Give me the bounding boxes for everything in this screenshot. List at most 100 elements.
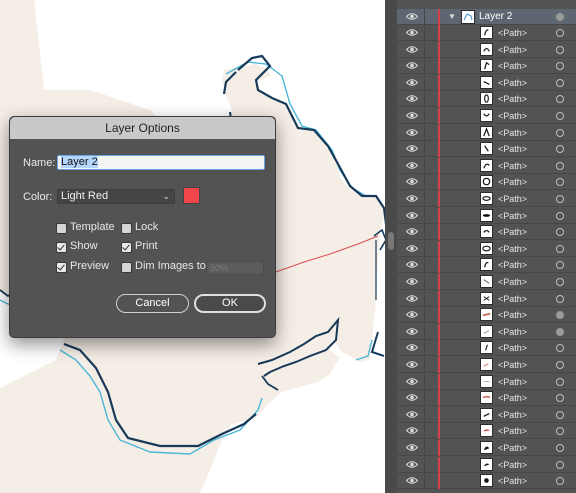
- target-icon[interactable]: [556, 477, 564, 486]
- path-name[interactable]: <Path>: [498, 175, 527, 189]
- path-name[interactable]: <Path>: [498, 242, 527, 256]
- layer-row[interactable]: <Path>: [397, 240, 576, 257]
- layer-row[interactable]: <Path>: [397, 41, 576, 58]
- eye-icon[interactable]: [406, 393, 418, 402]
- eye-icon[interactable]: [406, 111, 418, 120]
- target-icon[interactable]: [556, 161, 564, 170]
- path-name[interactable]: <Path>: [498, 258, 527, 272]
- color-dropdown[interactable]: Light Red ⌄: [57, 189, 175, 204]
- target-icon[interactable]: [556, 112, 564, 120]
- target-icon[interactable]: [556, 460, 564, 469]
- path-name[interactable]: <Path>: [498, 142, 527, 156]
- layer-row[interactable]: <Path>: [397, 91, 576, 108]
- target-icon[interactable]: [556, 62, 564, 71]
- print-checkbox[interactable]: [121, 242, 132, 253]
- eye-icon[interactable]: [406, 343, 418, 352]
- color-swatch[interactable]: [183, 187, 200, 204]
- layer-row[interactable]: <Path>: [397, 74, 576, 91]
- path-name[interactable]: <Path>: [498, 225, 527, 239]
- eye-icon[interactable]: [406, 410, 418, 419]
- path-name[interactable]: <Path>: [498, 375, 527, 389]
- layer-row[interactable]: <Path>: [397, 357, 576, 373]
- target-icon[interactable]: [556, 344, 564, 353]
- path-name[interactable]: <Path>: [498, 441, 527, 455]
- layer-row[interactable]: <Path>: [397, 390, 576, 407]
- eye-icon[interactable]: [406, 161, 418, 170]
- eye-icon[interactable]: [406, 294, 418, 303]
- layer-row[interactable]: <Path>: [397, 58, 576, 75]
- eye-icon[interactable]: [406, 460, 418, 469]
- eye-icon[interactable]: [406, 144, 418, 153]
- eye-icon[interactable]: [406, 360, 418, 369]
- target-icon[interactable]: [556, 261, 564, 270]
- layer-row[interactable]: <Path>: [397, 440, 576, 456]
- layer-row[interactable]: <Path>: [397, 191, 576, 207]
- path-name[interactable]: <Path>: [498, 408, 527, 422]
- layer-row[interactable]: <Path>: [397, 406, 576, 423]
- dim-images-checkbox[interactable]: [121, 262, 132, 273]
- eye-icon[interactable]: [406, 244, 418, 253]
- eye-icon[interactable]: [406, 61, 418, 70]
- path-name[interactable]: <Path>: [498, 109, 527, 123]
- target-icon[interactable]: [556, 427, 564, 436]
- target-icon[interactable]: [556, 29, 564, 37]
- layer-row[interactable]: <Path>: [397, 257, 576, 274]
- layer-row[interactable]: <Path>: [397, 307, 576, 324]
- target-icon[interactable]: [556, 244, 564, 253]
- path-name[interactable]: <Path>: [498, 209, 527, 223]
- path-name[interactable]: <Path>: [498, 292, 527, 306]
- path-name[interactable]: <Path>: [498, 325, 527, 339]
- eye-icon[interactable]: [406, 443, 418, 452]
- target-icon[interactable]: [556, 95, 564, 104]
- eye-icon[interactable]: [406, 128, 418, 137]
- template-checkbox[interactable]: [56, 223, 67, 234]
- target-icon[interactable]: [556, 444, 564, 452]
- eye-icon[interactable]: [406, 211, 418, 220]
- layer-row[interactable]: <Path>: [397, 124, 576, 141]
- target-icon[interactable]: [556, 13, 564, 21]
- name-field[interactable]: Layer 2: [57, 155, 265, 170]
- path-name[interactable]: <Path>: [498, 424, 527, 438]
- layer-row[interactable]: <Path>: [397, 340, 576, 357]
- eye-icon[interactable]: [406, 78, 418, 87]
- target-icon[interactable]: [556, 327, 564, 336]
- layer-row[interactable]: <Path>: [397, 373, 576, 390]
- layer-row[interactable]: <Path>: [397, 473, 576, 490]
- path-name[interactable]: <Path>: [498, 192, 527, 206]
- target-icon[interactable]: [556, 311, 564, 320]
- layer-row[interactable]: <Path>: [397, 274, 576, 290]
- path-name[interactable]: <Path>: [498, 275, 527, 289]
- panel-splitter[interactable]: [385, 0, 397, 493]
- path-name[interactable]: <Path>: [498, 341, 527, 355]
- target-icon[interactable]: [556, 45, 564, 54]
- layer-row[interactable]: <Path>: [397, 157, 576, 174]
- eye-icon[interactable]: [406, 260, 418, 269]
- target-icon[interactable]: [556, 211, 564, 220]
- target-icon[interactable]: [556, 294, 564, 303]
- eye-icon[interactable]: [406, 377, 418, 386]
- ok-button[interactable]: OK: [194, 294, 266, 313]
- target-icon[interactable]: [556, 78, 564, 87]
- chevron-down-icon[interactable]: ▼: [448, 12, 456, 21]
- eye-icon[interactable]: [406, 310, 418, 319]
- eye-icon[interactable]: [406, 177, 418, 186]
- eye-icon[interactable]: [406, 277, 418, 286]
- path-name[interactable]: <Path>: [498, 391, 527, 405]
- target-icon[interactable]: [556, 195, 564, 203]
- splitter-grip[interactable]: [388, 232, 394, 250]
- layer-row[interactable]: <Path>: [397, 207, 576, 224]
- cancel-button[interactable]: Cancel: [116, 294, 189, 313]
- path-name[interactable]: <Path>: [498, 59, 527, 73]
- path-name[interactable]: <Path>: [498, 126, 527, 140]
- eye-icon[interactable]: [406, 28, 418, 37]
- layer-row[interactable]: <Path>: [397, 108, 576, 124]
- layer-row[interactable]: <Path>: [397, 290, 576, 307]
- eye-icon[interactable]: [406, 45, 418, 54]
- lock-checkbox[interactable]: [121, 223, 132, 234]
- target-icon[interactable]: [556, 361, 564, 369]
- eye-icon[interactable]: [406, 12, 418, 21]
- eye-icon[interactable]: [406, 327, 418, 336]
- layer-row[interactable]: <Path>: [397, 174, 576, 191]
- target-icon[interactable]: [556, 228, 564, 237]
- path-name[interactable]: <Path>: [498, 458, 527, 472]
